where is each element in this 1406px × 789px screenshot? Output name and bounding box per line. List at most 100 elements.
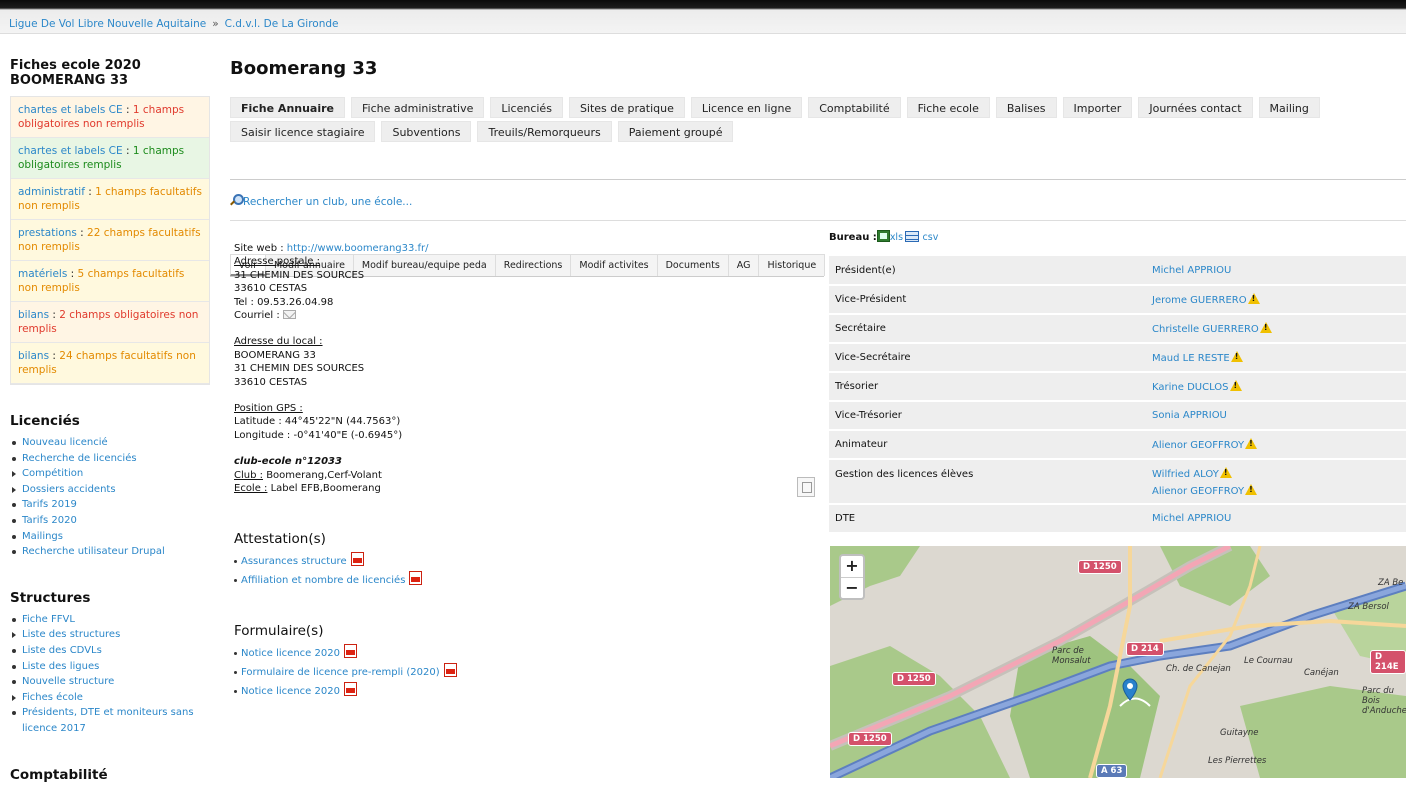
- member-link[interactable]: Jerome GUERRERO: [1152, 295, 1247, 306]
- tab-5[interactable]: Comptabilité: [808, 97, 901, 118]
- status-key[interactable]: prestations: [18, 227, 77, 239]
- zoom-in-button[interactable]: +: [841, 556, 863, 577]
- sidebar-link[interactable]: Liste des structures: [22, 629, 120, 640]
- status-item[interactable]: bilans : 2 champs obligatoires non rempl…: [11, 302, 209, 343]
- member-link[interactable]: Alienor GEOFFROY: [1152, 486, 1244, 497]
- map-label: Canéjan: [1304, 668, 1339, 678]
- member-link[interactable]: Karine DUCLOS: [1152, 382, 1229, 393]
- document-item: Assurances structure: [234, 551, 814, 571]
- sidebar-section-title: Comptabilité: [10, 766, 108, 783]
- sidebar-link[interactable]: Mailings: [22, 531, 63, 542]
- tab-row2-1[interactable]: Subventions: [381, 121, 472, 142]
- sidebar-link[interactable]: Fiches école: [22, 692, 83, 703]
- member-link[interactable]: Michel APPRIOU: [1152, 265, 1231, 276]
- status-key[interactable]: administratif: [18, 186, 85, 198]
- tab-0[interactable]: Fiche Annuaire: [230, 97, 346, 118]
- map-zoom-control: + −: [839, 554, 865, 600]
- tab-8[interactable]: Importer: [1062, 97, 1133, 118]
- sidebar-link[interactable]: Tarifs 2020: [22, 515, 77, 526]
- sidebar-link[interactable]: Nouveau licencié: [22, 437, 108, 448]
- website-link[interactable]: http://www.boomerang33.fr/: [287, 243, 429, 254]
- document-link[interactable]: Notice licence 2020: [241, 648, 340, 659]
- tab-1[interactable]: Fiche administrative: [351, 97, 485, 118]
- status-key[interactable]: chartes et labels CE: [18, 145, 123, 157]
- status-item[interactable]: bilans : 24 champs facultatifs non rempl…: [11, 343, 209, 384]
- club-label: Club :: [234, 469, 263, 481]
- page-title: Boomerang 33: [230, 58, 378, 79]
- pdf-icon[interactable]: [343, 682, 357, 697]
- document-link[interactable]: Formulaire de licence pre-rempli (2020): [241, 667, 440, 678]
- search-club-link[interactable]: Rechercher un club, une école...: [230, 194, 412, 208]
- status-key[interactable]: bilans: [18, 350, 49, 362]
- sidebar-item: Nouvelle structure: [10, 674, 210, 690]
- member-link[interactable]: Wilfried ALOY: [1152, 469, 1219, 480]
- member-link[interactable]: Maud LE RESTE: [1152, 353, 1230, 364]
- bureau-row: DTE Michel APPRIOU: [829, 504, 1406, 534]
- document-link[interactable]: Assurances structure: [241, 556, 347, 567]
- status-key[interactable]: bilans: [18, 309, 49, 321]
- bureau-names: Christelle GUERRERO: [1146, 314, 1406, 344]
- document-link[interactable]: Notice licence 2020: [241, 686, 340, 697]
- tab-4[interactable]: Licence en ligne: [690, 97, 803, 118]
- xls-link[interactable]: xls: [890, 232, 903, 243]
- pdf-icon[interactable]: [409, 570, 423, 585]
- tab-7[interactable]: Balises: [995, 97, 1057, 118]
- bureau-role: Vice-Secrétaire: [829, 343, 1146, 373]
- member-link[interactable]: Christelle GUERRERO: [1152, 324, 1259, 335]
- tab-3[interactable]: Sites de pratique: [568, 97, 685, 118]
- pdf-icon[interactable]: [343, 644, 357, 659]
- member-link[interactable]: Michel APPRIOU: [1152, 513, 1231, 524]
- sidebar-link[interactable]: Compétition: [22, 468, 83, 479]
- club-ecole-number: club-ecole n°12033: [234, 456, 342, 468]
- status-key[interactable]: matériels: [18, 268, 67, 280]
- postal-line2: 33610 CESTAS: [234, 283, 308, 295]
- sidebar-item: Recherche utilisateur Drupal: [10, 544, 210, 560]
- bureau-table: Président(e) Michel APPRIOU Vice-Président…: [829, 256, 1406, 534]
- print-icon[interactable]: [797, 477, 815, 497]
- longitude: Longitude : -0°41'40"E (-0.6945°): [234, 429, 403, 441]
- warning-icon: [1259, 322, 1272, 333]
- status-item[interactable]: matériels : 5 champs facultatifs non rem…: [11, 261, 209, 302]
- tab-row2-0[interactable]: Saisir licence stagiaire: [230, 121, 376, 142]
- document-link[interactable]: Affiliation et nombre de licenciés: [241, 575, 405, 586]
- member-link[interactable]: Alienor GEOFFROY: [1152, 440, 1244, 451]
- sidebar-link[interactable]: Recherche utilisateur Drupal: [22, 546, 165, 557]
- map-label: D 214: [1126, 642, 1164, 656]
- document-item: Notice licence 2020: [234, 644, 814, 663]
- tab-6[interactable]: Fiche ecole: [906, 97, 990, 118]
- csv-link[interactable]: csv: [923, 232, 939, 243]
- tab-2[interactable]: Licenciés: [490, 97, 563, 118]
- breadcrumb-cdvl[interactable]: C.d.v.l. De La Gironde: [225, 18, 339, 30]
- csv-icon[interactable]: [905, 231, 920, 242]
- bureau-role: Président(e): [829, 256, 1146, 286]
- sidebar-link[interactable]: Recherche de licenciés: [22, 453, 137, 464]
- tab-row2-2[interactable]: Treuils/Remorqueurs: [477, 121, 612, 142]
- pdf-icon[interactable]: [443, 663, 457, 678]
- pdf-icon[interactable]: [350, 551, 364, 566]
- tab-10[interactable]: Mailing: [1258, 97, 1320, 118]
- zoom-out-button[interactable]: −: [841, 577, 863, 598]
- sidebar-item: Tarifs 2019: [10, 497, 210, 513]
- tab-9[interactable]: Journées contact: [1138, 97, 1253, 118]
- sidebar-link[interactable]: Liste des CDVLs: [22, 645, 102, 656]
- tab-row2-3[interactable]: Paiement groupé: [617, 121, 734, 142]
- status-item[interactable]: chartes et labels CE : 1 champs obligato…: [11, 97, 209, 138]
- sidebar-link[interactable]: Dossiers accidents: [22, 484, 116, 495]
- sidebar-link[interactable]: Fiche FFVL: [22, 614, 75, 625]
- envelope-icon[interactable]: [282, 310, 296, 320]
- bureau-role: DTE: [829, 504, 1146, 534]
- sidebar-link[interactable]: Liste des ligues: [22, 661, 99, 672]
- status-item[interactable]: administratif : 1 champs facultatifs non…: [11, 179, 209, 220]
- breadcrumb-ligue[interactable]: Ligue De Vol Libre Nouvelle Aquitaine: [9, 18, 206, 30]
- map[interactable]: + − D 1250 D 1250 D 1250 D 214 D 214E A …: [830, 546, 1406, 778]
- status-item[interactable]: prestations : 22 champs facultatifs non …: [11, 220, 209, 261]
- map-canvas: [830, 546, 1406, 778]
- sidebar-item: Recherche de licenciés: [10, 451, 210, 467]
- sidebar-link[interactable]: Tarifs 2019: [22, 499, 77, 510]
- member-link[interactable]: Sonia APPRIOU: [1152, 410, 1227, 421]
- status-key[interactable]: chartes et labels CE: [18, 104, 123, 116]
- sidebar-link[interactable]: Présidents, DTE et moniteurs sans licenc…: [22, 707, 194, 734]
- sidebar-link[interactable]: Nouvelle structure: [22, 676, 114, 687]
- status-item[interactable]: chartes et labels CE : 1 champs obligato…: [11, 138, 209, 179]
- excel-icon[interactable]: [876, 230, 890, 242]
